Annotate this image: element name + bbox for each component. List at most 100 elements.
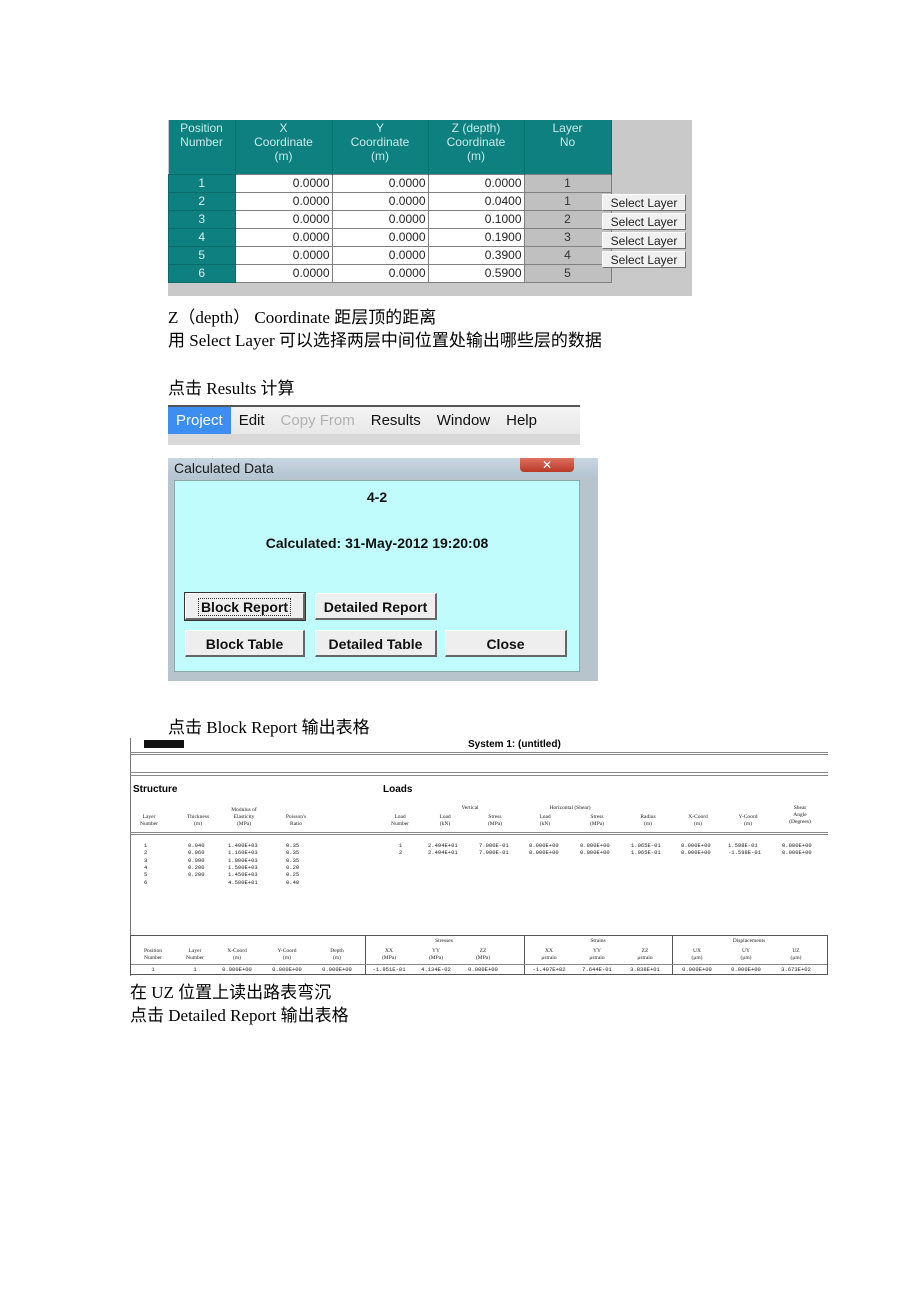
structure-header-thickness: Thickness (m) — [186, 814, 210, 827]
loads-header-shear-angle: Shear Angle (Degrees) — [789, 805, 811, 825]
structure-layer-cell: 2 — [144, 849, 148, 857]
y-coordinate-cell[interactable]: 0.0000 — [331, 174, 429, 193]
loads-xcoord-cell: 0.000E+00 — [681, 849, 711, 857]
divider — [672, 936, 673, 974]
position-results-table: Position Number Layer Number X-Coord (m) Y-… — [130, 935, 828, 975]
header-x-coordinate: X Coordinate (m) — [235, 120, 333, 175]
loads-v-stress-cell: 7.000E-01 — [479, 842, 509, 849]
position-value-cell: -1.951E-01 — [372, 966, 406, 973]
select-layer-button-4[interactable]: Select Layer — [602, 232, 686, 249]
x-coordinate-cell[interactable]: 0.0000 — [234, 210, 333, 229]
grid-row: 6 0.0000 0.0000 0.5900 5 — [168, 264, 612, 283]
position-value-cell: 0.000E+00 — [222, 966, 252, 973]
z-coordinate-cell[interactable]: 0.1900 — [427, 228, 525, 247]
report-logo — [144, 740, 184, 748]
position-header: X-Coord (m) — [227, 948, 247, 961]
header-label: Z (depth) Coordinate (m) — [446, 121, 506, 163]
loads-v-load-cell: 2.494E+01 — [428, 849, 458, 857]
detailed-report-button[interactable]: Detailed Report — [315, 593, 437, 620]
y-coordinate-cell[interactable]: 0.0000 — [331, 264, 429, 283]
block-table-button[interactable]: Block Table — [185, 630, 305, 657]
position-number-cell: 6 — [168, 264, 236, 283]
position-number-cell: 2 — [168, 192, 236, 211]
select-layer-button-2[interactable]: Select Layer — [602, 194, 686, 211]
loads-radius-cell: 1.065E-01 — [631, 849, 661, 857]
structure-header-modulus: Modulus of Elasticity (MPa) — [231, 807, 257, 827]
loads-header-radius: Radius (m) — [640, 814, 656, 827]
group-displacements: Displacements — [732, 938, 766, 944]
select-layer-button-5[interactable]: Select Layer — [602, 251, 686, 268]
structure-poisson-cell: 0.40 — [286, 878, 300, 886]
layer-no-cell: 1 — [523, 174, 612, 193]
z-coordinate-cell[interactable]: 0.5900 — [427, 264, 525, 283]
loads-group-vertical: Vertical — [461, 805, 479, 811]
loads-group-horizontal: Horizontal (Shear) — [549, 805, 591, 811]
menu-results[interactable]: Results — [363, 407, 429, 434]
layer-no-cell: 2 — [523, 210, 612, 229]
position-value-cell: 0.000E+00 — [322, 966, 352, 973]
block-report-button[interactable]: Block Report — [184, 592, 306, 621]
block-report: System 1: (untitled) Structure Loads Lay… — [130, 738, 828, 976]
y-coordinate-cell[interactable]: 0.0000 — [331, 246, 429, 265]
position-header: ZZ μstrain — [637, 948, 653, 961]
x-coordinate-cell[interactable]: 0.0000 — [234, 192, 333, 211]
position-header: YY μstrain — [589, 948, 605, 961]
divider — [130, 832, 828, 833]
position-value-cell: 0.000E+00 — [468, 966, 498, 973]
position-value-cell: 3.673E+02 — [781, 966, 811, 973]
z-coordinate-cell[interactable]: 0.1000 — [427, 210, 525, 229]
loads-header-number: Load Number — [390, 814, 410, 827]
structure-poisson-cell: 0.35 — [286, 849, 300, 857]
menu-project[interactable]: Project — [168, 407, 231, 434]
menu-edit[interactable]: Edit — [231, 407, 273, 434]
loads-ycoord-cell: -1.598E-01 — [728, 849, 762, 857]
grid-row: 3 0.0000 0.0000 0.1000 2 — [168, 210, 612, 229]
loads-h-load-cell: 0.000E+00 — [529, 849, 559, 857]
position-value-cell: 3.838E+01 — [630, 966, 660, 973]
x-coordinate-cell[interactable]: 0.0000 — [234, 174, 333, 193]
y-coordinate-cell[interactable]: 0.0000 — [331, 228, 429, 247]
menu-window[interactable]: Window — [429, 407, 498, 434]
detailed-table-button[interactable]: Detailed Table — [315, 630, 437, 657]
loads-h-stress-cell: 0.000E+00 — [580, 849, 610, 857]
z-coordinate-cell[interactable]: 0.3900 — [427, 246, 525, 265]
divider — [130, 754, 828, 755]
position-number-cell: 4 — [168, 228, 236, 247]
note-select-layer: 用 Select Layer 可以选择两层中间位置处输出哪些层的数据 — [168, 331, 602, 350]
menu-help[interactable]: Help — [498, 407, 545, 434]
position-header: Position Number — [143, 948, 163, 961]
z-coordinate-cell[interactable]: 0.0000 — [427, 174, 525, 193]
close-button[interactable]: Close — [445, 630, 567, 657]
menu-copy-from[interactable]: Copy From — [273, 407, 363, 434]
loads-header-xcoord: X-Coord (m) — [688, 814, 708, 827]
position-header: UX (μm) — [691, 948, 703, 961]
position-header: UY (μm) — [740, 948, 752, 961]
z-coordinate-cell[interactable]: 0.0400 — [427, 192, 525, 211]
loads-ycoord-cell: 1.598E-01 — [728, 842, 758, 849]
close-icon[interactable]: ✕ — [520, 458, 574, 472]
loads-v-stress-cell: 7.000E-01 — [479, 849, 509, 857]
structure-modulus-cell: 1.450E+03 — [228, 871, 258, 879]
loads-header-h-load: Load (kN) — [539, 814, 551, 827]
position-header: YY (MPa) — [428, 948, 444, 961]
layer-no-cell: 4 — [523, 246, 612, 265]
x-coordinate-cell[interactable]: 0.0000 — [234, 264, 333, 283]
header-label: Layer No — [552, 121, 583, 149]
y-coordinate-cell[interactable]: 0.0000 — [331, 192, 429, 211]
structure-thickness-cell: 0.200 — [188, 863, 205, 871]
structure-thickness-cell: 0.060 — [188, 849, 205, 857]
x-coordinate-cell[interactable]: 0.0000 — [234, 246, 333, 265]
y-coordinate-cell[interactable]: 0.0000 — [331, 210, 429, 229]
loads-h-load-cell: 0.000E+00 — [529, 842, 559, 849]
layer-no-cell: 5 — [523, 264, 612, 283]
position-value-cell: 7.644E-01 — [582, 966, 612, 973]
x-coordinate-cell[interactable]: 0.0000 — [234, 228, 333, 247]
select-layer-button-3[interactable]: Select Layer — [602, 213, 686, 230]
grid-row: 4 0.0000 0.0000 0.1900 3 — [168, 228, 612, 247]
position-header: Depth (m) — [330, 948, 344, 961]
structure-thickness-cell: 0.090 — [188, 856, 205, 864]
structure-modulus-cell: 1.160E+03 — [228, 849, 258, 857]
structure-modulus-cell: 1.400E+03 — [228, 842, 258, 849]
position-value-cell: 0.000E+00 — [272, 966, 302, 973]
position-value-cell: 0.000E+00 — [682, 966, 712, 973]
